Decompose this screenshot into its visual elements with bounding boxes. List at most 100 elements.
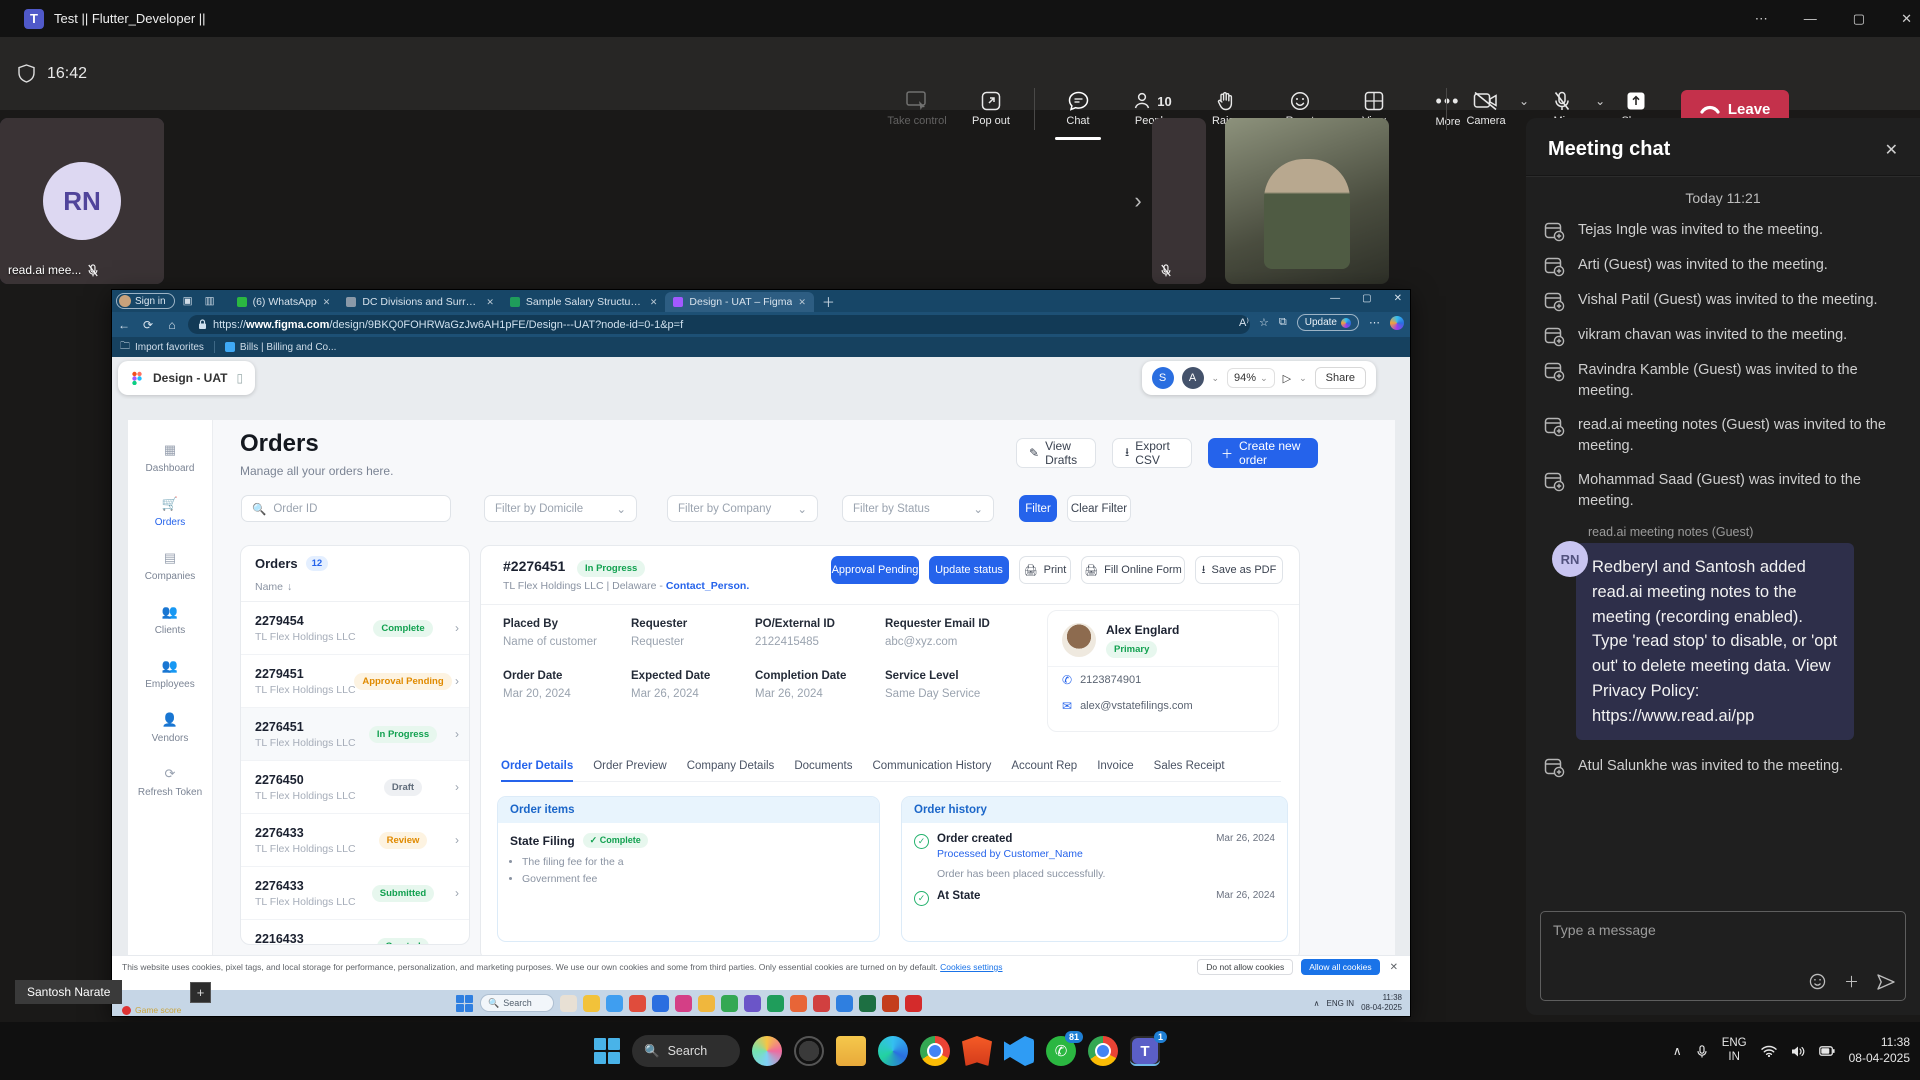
- update-status-button[interactable]: Update status: [929, 556, 1009, 584]
- system-clock[interactable]: 11:38 08-04-2025: [1849, 1035, 1910, 1066]
- order-row[interactable]: 2276451 TL Flex Holdings LLC In Progress…: [241, 708, 469, 761]
- detail-tab[interactable]: Invoice: [1097, 760, 1133, 772]
- tray-mic-icon[interactable]: [1696, 1044, 1708, 1059]
- recall-app-icon[interactable]: [794, 1036, 824, 1066]
- taskbar-app-icon[interactable]: [744, 995, 761, 1012]
- create-new-order-button[interactable]: ＋Create new order: [1208, 438, 1318, 468]
- camera-options-chevron-icon[interactable]: ⌄: [1519, 94, 1529, 108]
- window-minimize-icon[interactable]: —: [1804, 11, 1817, 26]
- language-indicator[interactable]: ENG IN: [1327, 999, 1355, 1008]
- collaborator-avatar[interactable]: A: [1182, 367, 1204, 389]
- detail-tab[interactable]: Sales Receipt: [1154, 760, 1225, 772]
- browser-maximize-icon[interactable]: ▢: [1362, 293, 1371, 304]
- sidebar-item[interactable]: 👤 Vendors: [128, 712, 212, 744]
- tab-close-icon[interactable]: ✕: [323, 297, 331, 308]
- chevron-right-icon[interactable]: ›: [455, 621, 459, 635]
- window-maximize-icon[interactable]: ▢: [1853, 11, 1865, 27]
- teams-taskbar-icon[interactable]: T 1: [1130, 1036, 1160, 1066]
- import-favorites-button[interactable]: 🗀 Import favorites: [120, 339, 204, 356]
- browser-tab[interactable]: Sample Salary Structure with calc ✕: [502, 292, 666, 312]
- split-screen-icon[interactable]: ⧉: [1279, 316, 1287, 329]
- approval-pending-button[interactable]: Approval Pending: [831, 556, 919, 584]
- participant-tile-partial[interactable]: [1152, 118, 1206, 284]
- new-tab-icon[interactable]: ＋: [822, 292, 835, 311]
- participant-tile-video[interactable]: [1225, 118, 1389, 284]
- deny-cookies-button[interactable]: Do not allow cookies: [1197, 959, 1293, 975]
- order-row[interactable]: 2276433 TL Flex Holdings LLC Submitted ›: [241, 867, 469, 920]
- taskbar-app-icon[interactable]: [606, 995, 623, 1012]
- copilot-icon[interactable]: [752, 1036, 782, 1066]
- tab-close-icon[interactable]: ✕: [486, 297, 494, 308]
- battery-icon[interactable]: [1819, 1046, 1835, 1056]
- cookie-settings-link[interactable]: Cookies settings: [940, 962, 1002, 972]
- shared-search-box[interactable]: 🔍 Search: [480, 994, 554, 1012]
- chat-message-input[interactable]: Type a message ＋: [1540, 911, 1906, 1001]
- window-close-icon[interactable]: ✕: [1901, 11, 1912, 27]
- clear-filter-button[interactable]: Clear Filter: [1067, 495, 1131, 522]
- send-icon[interactable]: [1877, 974, 1895, 990]
- fill-online-form-button[interactable]: 🖨Fill Online Form: [1081, 556, 1185, 584]
- browser-update-button[interactable]: Update: [1297, 314, 1359, 331]
- history-entry-subtitle[interactable]: Processed by Customer_Name: [937, 848, 1208, 860]
- taskbar-app-icon[interactable]: [583, 995, 600, 1012]
- chevron-right-icon[interactable]: ›: [455, 939, 459, 945]
- name-column-header[interactable]: Name: [255, 581, 283, 593]
- vertical-tabs-icon[interactable]: ▥: [205, 295, 219, 307]
- tab-close-icon[interactable]: ✕: [650, 297, 658, 308]
- chevron-right-icon[interactable]: ›: [455, 674, 459, 688]
- refresh-icon[interactable]: ⟳: [136, 318, 160, 332]
- tray-chevron-icon[interactable]: ∧: [1673, 1044, 1682, 1058]
- taskbar-app-icon[interactable]: [905, 995, 922, 1012]
- participant-tile[interactable]: RN read.ai mee...: [0, 118, 164, 284]
- tab-close-icon[interactable]: ✕: [798, 297, 806, 308]
- volume-icon[interactable]: [1791, 1045, 1805, 1058]
- detail-tab[interactable]: Company Details: [687, 760, 775, 772]
- chrome-icon[interactable]: [920, 1036, 950, 1066]
- chrome-profile-icon[interactable]: [1088, 1036, 1118, 1066]
- scroll-right-chevron-icon[interactable]: ›: [1128, 173, 1148, 229]
- wifi-icon[interactable]: [1761, 1045, 1777, 1057]
- sidebar-item[interactable]: 🛒 Orders: [128, 496, 212, 528]
- taskbar-app-icon[interactable]: [836, 995, 853, 1012]
- browser-profile-button[interactable]: Sign in: [116, 293, 175, 309]
- chevron-down-icon[interactable]: ⌄: [1212, 373, 1220, 384]
- filter-company-select[interactable]: Filter by Company⌄: [667, 495, 818, 522]
- whatsapp-icon[interactable]: ✆ 81: [1046, 1036, 1076, 1066]
- save-as-pdf-button[interactable]: ⭳Save as PDF: [1195, 556, 1283, 584]
- tray-chevron-icon[interactable]: ∧: [1314, 999, 1320, 1008]
- order-row[interactable]: 2216433 TL Flex Holdings LLC Created ›: [241, 920, 469, 945]
- filter-status-select[interactable]: Filter by Status⌄: [842, 495, 994, 522]
- browser-tab[interactable]: (6) WhatsApp ✕: [229, 292, 339, 312]
- taskbar-search-box[interactable]: 🔍 Search: [632, 1035, 740, 1067]
- chevron-right-icon[interactable]: ›: [455, 780, 459, 794]
- copilot-icon[interactable]: [1390, 316, 1404, 330]
- favorite-star-icon[interactable]: ☆: [1259, 316, 1269, 329]
- read-aloud-icon[interactable]: A⁾: [1239, 316, 1249, 329]
- taskbar-app-icon[interactable]: [560, 995, 577, 1012]
- browser-tab[interactable]: DC Divisions and Surroundings ✕: [338, 292, 502, 312]
- taskbar-app-icon[interactable]: [882, 995, 899, 1012]
- language-switcher[interactable]: ENG IN: [1722, 1037, 1747, 1065]
- presenter-tag-expand-button[interactable]: +: [190, 982, 211, 1003]
- taskbar-app-icon[interactable]: [859, 995, 876, 1012]
- contact-phone[interactable]: 2123874901: [1080, 674, 1141, 686]
- order-row[interactable]: 2279451 TL Flex Holdings LLC Approval Pe…: [241, 655, 469, 708]
- figma-zoom-select[interactable]: 94%⌄: [1227, 368, 1275, 388]
- taskbar-app-icon[interactable]: [629, 995, 646, 1012]
- edge-icon[interactable]: [878, 1036, 908, 1066]
- allow-cookies-button[interactable]: Allow all cookies: [1301, 959, 1379, 975]
- chat-close-icon[interactable]: ✕: [1885, 140, 1898, 160]
- workspaces-icon[interactable]: ▣: [183, 295, 197, 307]
- sort-down-icon[interactable]: ↓: [287, 581, 292, 593]
- detail-tab[interactable]: Order Preview: [593, 760, 667, 772]
- chevron-down-icon[interactable]: ⌄: [1299, 373, 1307, 384]
- taskbar-app-icon[interactable]: [721, 995, 738, 1012]
- taskbar-app-icon[interactable]: [675, 995, 692, 1012]
- detail-tab[interactable]: Order Details: [501, 760, 573, 772]
- sidebar-item[interactable]: ▦ Dashboard: [128, 442, 212, 474]
- window-more-icon[interactable]: ⋯: [1755, 11, 1768, 27]
- order-row[interactable]: 2279454 TL Flex Holdings LLC Complete ›: [241, 602, 469, 655]
- chevron-right-icon[interactable]: ›: [455, 886, 459, 900]
- export-csv-button[interactable]: ⭳Export CSV: [1112, 438, 1192, 468]
- contact-email[interactable]: alex@vstatefilings.com: [1080, 700, 1193, 712]
